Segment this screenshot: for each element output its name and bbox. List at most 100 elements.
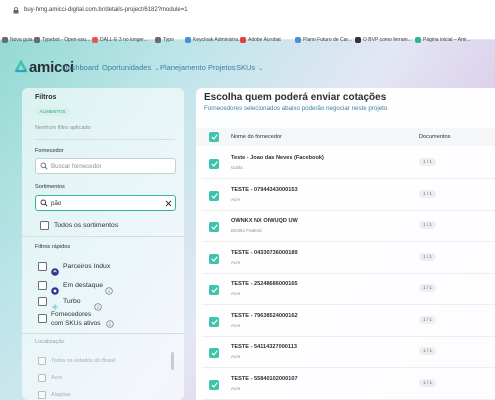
bookmark-label: Adobe Acrobat bbox=[248, 37, 281, 43]
quick-filter-label: Turbo bbox=[63, 298, 81, 305]
row-divider bbox=[202, 335, 495, 337]
bookmark-item[interactable]: Adobe Acrobat bbox=[240, 37, 281, 43]
nav-item-label: Oportunidades bbox=[102, 63, 152, 72]
supplier-row-checkbox[interactable] bbox=[209, 379, 219, 390]
supplier-name: TESTE - 55840102000107 bbox=[231, 375, 298, 382]
nav-item[interactable]: SKUs ⌄ bbox=[236, 63, 263, 72]
supplier-search-placeholder: Buscar fornecedor bbox=[51, 163, 102, 170]
location-label: Todos os estados do Brasil bbox=[51, 358, 116, 364]
chevron-down-icon: ⌄ bbox=[258, 66, 264, 72]
row-divider bbox=[202, 304, 495, 305]
bookmark-favicon-icon bbox=[34, 37, 40, 43]
location-checkbox[interactable] bbox=[38, 391, 46, 399]
supplier-row-checkbox[interactable] bbox=[209, 316, 219, 327]
supplier-name: TESTE - 79638524000162 bbox=[231, 312, 298, 319]
select-all-checkbox[interactable] bbox=[209, 132, 219, 142]
bookmark-label: DALL·E 3 no longer... bbox=[100, 37, 148, 43]
filters-title: Filtros bbox=[35, 94, 57, 101]
documents-count-badge: 1 / 1 bbox=[419, 221, 436, 229]
supplier-row-checkbox[interactable] bbox=[209, 253, 219, 264]
nav-item-label: SKUs bbox=[236, 63, 256, 72]
quick-filter-checkbox[interactable] bbox=[38, 262, 47, 271]
bookmark-label: Typebot - Open-sou... bbox=[42, 37, 91, 43]
info-icon[interactable] bbox=[106, 315, 114, 333]
bookmark-label: O BVP como ferram... bbox=[363, 37, 412, 43]
quick-filter-checkbox[interactable] bbox=[38, 297, 47, 306]
bookmark-favicon-icon bbox=[295, 37, 301, 43]
location-scrollbar[interactable] bbox=[171, 352, 174, 370]
turbo-icon bbox=[51, 298, 59, 311]
quick-filters-label: Filtros rápidos bbox=[35, 244, 71, 250]
location-label: Acre bbox=[51, 375, 63, 381]
supplier-state: Distrito Federal bbox=[231, 228, 262, 233]
nav-item-label: Projetos bbox=[208, 63, 236, 72]
nav-item[interactable]: Oportunidades ⌄ bbox=[102, 63, 159, 72]
bookmark-item[interactable]: DALL·E 3 no longer... bbox=[92, 37, 148, 43]
category-tag[interactable]: ALIMENTOS bbox=[35, 108, 70, 116]
location-checkbox[interactable] bbox=[38, 357, 46, 365]
supplier-label: Fornecedor bbox=[35, 148, 64, 154]
clear-icon[interactable] bbox=[165, 200, 172, 207]
location-label: Alagoas bbox=[51, 392, 71, 398]
documents-count-badge: 1 / 1 bbox=[419, 378, 436, 387]
info-icon[interactable] bbox=[105, 282, 113, 300]
row-divider bbox=[202, 367, 495, 368]
column-header-name[interactable]: Nome do fornecedor bbox=[231, 134, 282, 140]
bookmark-item[interactable]: Typo bbox=[155, 37, 174, 43]
bookmark-item[interactable]: Plano Futuro de Car... bbox=[295, 37, 352, 43]
supplier-row-checkbox[interactable] bbox=[209, 348, 219, 358]
nav-item[interactable]: Planejamento bbox=[160, 63, 206, 72]
documents-count-badge: 1 / 1 bbox=[419, 189, 436, 198]
supplier-name: TESTE - 54114327000113 bbox=[231, 344, 297, 350]
bookmark-item[interactable]: Typebot - Open-sou... bbox=[34, 37, 90, 43]
row-divider bbox=[202, 178, 495, 179]
supplier-state: Goiás bbox=[231, 165, 243, 170]
documents-count-badge: 1 / 1 bbox=[419, 347, 436, 355]
quick-filter-checkbox[interactable] bbox=[38, 281, 47, 290]
supplier-row-checkbox[interactable] bbox=[209, 190, 219, 201]
documents-count-badge: 1 / 1 bbox=[419, 315, 436, 324]
amicci-logo-icon[interactable] bbox=[14, 60, 28, 74]
bookmark-item[interactable]: Keycloak Administra... bbox=[185, 37, 242, 43]
divider bbox=[22, 236, 184, 237]
url-text[interactable]: buy-hmg.amicci-digital.com.br/details-pr… bbox=[24, 7, 188, 13]
assortment-search-value: pão bbox=[51, 200, 62, 207]
column-header-documents[interactable]: Documentos bbox=[419, 134, 450, 140]
row-divider bbox=[202, 241, 495, 242]
row-divider bbox=[202, 398, 495, 400]
supplier-name: OWNKX NX OIWUQD UW bbox=[231, 218, 298, 224]
nav-item[interactable]: Dashboard bbox=[62, 63, 99, 72]
supplier-state: Acre bbox=[231, 259, 241, 265]
quick-filter-label: Parceiros Indux bbox=[63, 263, 111, 270]
supplier-name: TESTE - 04330736000189 bbox=[231, 249, 298, 256]
divider bbox=[35, 139, 175, 140]
all-assortments-checkbox[interactable] bbox=[40, 221, 49, 230]
location-checkbox[interactable] bbox=[38, 374, 46, 382]
bookmark-favicon-icon bbox=[355, 37, 361, 43]
site-info-icon[interactable] bbox=[13, 7, 19, 14]
nav-item-label: Planejamento bbox=[160, 63, 206, 72]
bookmark-item[interactable]: Nova guia bbox=[2, 37, 33, 43]
supplier-state: Acre bbox=[231, 196, 241, 202]
documents-count-badge: 1 / 1 bbox=[419, 252, 436, 261]
quick-filter-checkbox[interactable] bbox=[38, 314, 47, 323]
bookmark-favicon-icon bbox=[240, 37, 246, 43]
row-divider bbox=[202, 272, 495, 274]
bookmark-item[interactable]: O BVP como ferram... bbox=[355, 37, 412, 43]
supplier-name: TESTE - 07944343000153 bbox=[231, 186, 298, 193]
bookmark-item[interactable]: Página inicial – Ami... bbox=[415, 37, 471, 43]
divider bbox=[22, 333, 184, 334]
supplier-name: TESTE - 25248686000165 bbox=[231, 281, 298, 287]
supplier-row-checkbox[interactable] bbox=[209, 285, 219, 295]
star-badge-icon bbox=[51, 282, 59, 295]
nav-item[interactable]: Projetos bbox=[208, 63, 236, 72]
assortment-label: Sortimentos bbox=[35, 184, 65, 190]
page-subtitle: Fornecedores selecionados abaixo poderão… bbox=[204, 105, 390, 112]
bookmark-label: Plano Futuro de Car... bbox=[303, 37, 352, 43]
supplier-row-checkbox[interactable] bbox=[209, 222, 219, 232]
bookmark-label: Typo bbox=[163, 37, 174, 43]
supplier-state: Acre bbox=[231, 322, 241, 328]
supplier-row-checkbox[interactable] bbox=[209, 159, 219, 169]
bookmark-label: Página inicial – Ami... bbox=[423, 37, 471, 43]
documents-count-badge: 1 / 1 bbox=[419, 284, 436, 292]
